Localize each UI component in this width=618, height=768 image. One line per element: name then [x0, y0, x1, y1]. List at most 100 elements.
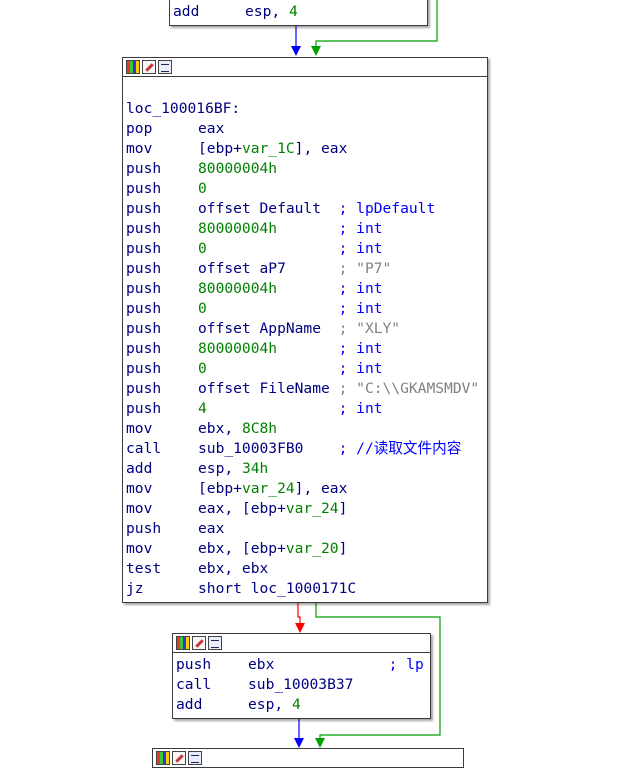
operand: 4	[288, 3, 298, 20]
comment: ; lpDefault	[338, 200, 436, 217]
comment: ; "P7"	[338, 260, 392, 277]
mnemonic: call	[176, 676, 212, 693]
operand: 8C8h	[241, 420, 278, 437]
mnemonic: push	[126, 160, 162, 177]
instruction-line[interactable]: mov ebx, 8C8h	[126, 419, 487, 439]
operand: 34h	[241, 460, 269, 477]
instruction-line[interactable]: call sub_10003B37	[176, 675, 430, 695]
mnemonic: push	[126, 180, 162, 197]
instruction-line[interactable]: pop eax	[126, 119, 487, 139]
instruction-line[interactable]: push eax	[126, 519, 487, 539]
instruction-line[interactable]: push offset Default ; lpDefault	[126, 199, 487, 219]
operand: ], eax	[294, 140, 348, 157]
operand: 4	[291, 696, 301, 713]
operand: var_20	[285, 540, 339, 557]
mnemonic: mov	[126, 480, 153, 497]
instruction-line[interactable]: push ebx ; lp	[176, 655, 430, 675]
instruction-line[interactable]: test ebx, ebx	[126, 559, 487, 579]
graph-color-icon[interactable]	[156, 751, 170, 765]
operand: esp,	[198, 460, 242, 477]
operand: 80000004h	[198, 280, 278, 297]
instruction-line[interactable]: push 80000004h ; int	[126, 339, 487, 359]
text-view-icon[interactable]	[188, 751, 202, 765]
instruction-line[interactable]: push 0 ; int	[126, 359, 487, 379]
comment: ; int	[338, 220, 383, 237]
code-block-loc-100016BF[interactable]: loc_100016BF: pop eax mov [ebp+var_1C], eax…	[122, 57, 488, 603]
operand: 0	[198, 300, 207, 317]
operand: offset FileName	[198, 380, 339, 397]
operand: var_24	[285, 500, 339, 517]
instruction-line[interactable]: add esp, 4	[173, 2, 427, 22]
mnemonic: push	[126, 520, 162, 537]
code-block-top[interactable]: add esp, 4	[169, 0, 428, 26]
mnemonic: mov	[126, 540, 153, 557]
operand: 80000004h	[198, 220, 278, 237]
comment: ; int	[338, 360, 383, 377]
block-header	[123, 58, 487, 77]
comment: ; "C:\\GKAMSMDV"	[338, 380, 480, 397]
graph-color-icon[interactable]	[126, 60, 140, 74]
operand: [ebp+	[198, 480, 242, 497]
instruction-line[interactable]: mov ebx, [ebp+var_20]	[126, 539, 487, 559]
instruction-line[interactable]: push 0 ; int	[126, 239, 487, 259]
operand: 0	[198, 360, 207, 377]
instruction-line[interactable]: push 80000004h	[126, 159, 487, 179]
rename-icon[interactable]	[172, 751, 186, 765]
operand: sub_10003B37	[248, 676, 354, 693]
instruction-line[interactable]: push 0 ; int	[126, 299, 487, 319]
instruction-line[interactable]: jz short loc_1000171C	[126, 579, 487, 599]
edge-lower-to-next	[294, 719, 304, 748]
comment: ; int	[338, 340, 383, 357]
instruction-line[interactable]: push offset AppName ; "XLY"	[126, 319, 487, 339]
operand: ebx, [ebp+	[198, 540, 286, 557]
operand: esp,	[245, 3, 289, 20]
operand	[207, 360, 339, 377]
mnemonic: add	[126, 460, 153, 477]
comment: ; //读取文件内容	[338, 440, 462, 457]
instruction-line[interactable]: push 80000004h ; int	[126, 279, 487, 299]
mnemonic: jz	[126, 580, 144, 597]
mnemonic: mov	[126, 500, 153, 517]
mnemonic: pop	[126, 120, 153, 137]
instruction-line[interactable]: push 80000004h ; int	[126, 219, 487, 239]
operand: ]	[338, 540, 348, 557]
instruction-line[interactable]: add esp, 34h	[126, 459, 487, 479]
operand	[207, 300, 339, 317]
instruction-line[interactable]: push offset aP7 ; "P7"	[126, 259, 487, 279]
text-view-icon[interactable]	[158, 60, 172, 74]
comment: ; int	[338, 400, 383, 417]
operand: 0	[198, 240, 207, 257]
instruction-line[interactable]: call sub_10003FB0 ; //读取文件内容	[126, 439, 487, 459]
operand	[207, 400, 339, 417]
instruction-line[interactable]: push 4 ; int	[126, 399, 487, 419]
graph-color-icon[interactable]	[176, 636, 190, 650]
block-header	[173, 634, 430, 653]
instruction-line[interactable]: push offset FileName ; "C:\\GKAMSMDV"	[126, 379, 487, 399]
comment: ; "XLY"	[338, 320, 401, 337]
instruction-line[interactable]: mov eax, [ebp+var_24]	[126, 499, 487, 519]
mnemonic: push	[126, 360, 162, 377]
code-block-lower[interactable]: push ebx ; lp call sub_10003B37 add esp, 4	[172, 633, 431, 719]
mnemonic: push	[126, 320, 162, 337]
mnemonic: push	[126, 200, 162, 217]
comment: ; int	[338, 280, 383, 297]
operand: esp,	[248, 696, 292, 713]
operand: ebx, ebx	[198, 560, 269, 577]
operand: 4	[198, 400, 207, 417]
instruction-line[interactable]: mov [ebp+var_1C], eax	[126, 139, 487, 159]
text-view-icon[interactable]	[208, 636, 222, 650]
instruction-line[interactable]: add esp, 4	[176, 695, 430, 715]
code-block-next[interactable]	[152, 748, 464, 768]
comment: ; lp	[388, 656, 424, 673]
operand: var_1C	[241, 140, 295, 157]
mnemonic: push	[176, 656, 212, 673]
instruction-line[interactable]: push 0	[126, 179, 487, 199]
comment: ; int	[338, 300, 383, 317]
rename-icon[interactable]	[192, 636, 206, 650]
mnemonic: push	[126, 300, 162, 317]
rename-icon[interactable]	[142, 60, 156, 74]
operand: 80000004h	[198, 340, 278, 357]
block-label[interactable]: loc_100016BF:	[126, 99, 487, 119]
operand: offset aP7	[198, 260, 339, 277]
instruction-line[interactable]: mov [ebp+var_24], eax	[126, 479, 487, 499]
